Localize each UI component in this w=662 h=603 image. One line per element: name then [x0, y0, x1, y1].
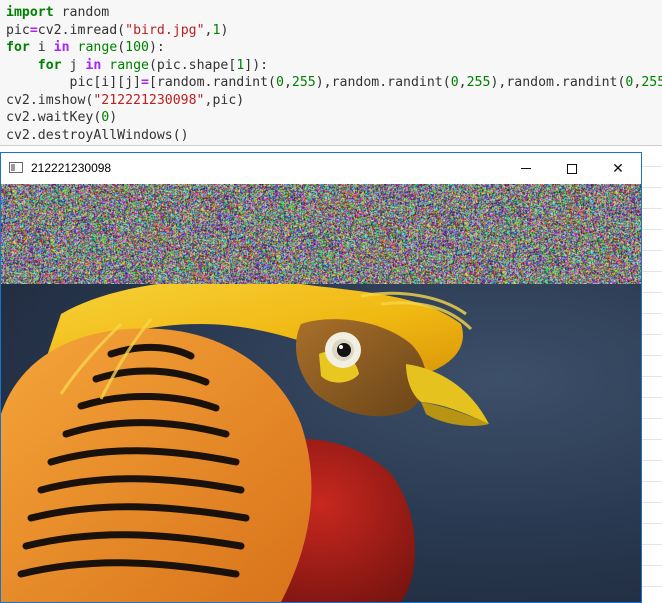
code-token: ),random.randint( — [315, 75, 451, 90]
code-token: j — [61, 57, 86, 73]
code-token: pic[i][j] — [6, 75, 141, 90]
code-token: = — [29, 22, 38, 38]
code-token: for — [6, 40, 30, 55]
code-token: , — [283, 75, 292, 90]
code-token: ]): — [244, 57, 269, 73]
code-token: range — [109, 57, 149, 73]
code-token: cv2.destroyAllWindows() — [6, 127, 189, 143]
code-token: ) — [220, 22, 229, 38]
code-line: pic[i][j]=[random.randint(0,255),random.… — [6, 74, 662, 92]
code-token: 255 — [466, 75, 491, 90]
maximize-button[interactable] — [549, 153, 595, 184]
code-token: (pic.shape[ — [148, 57, 237, 73]
code-token: 255 — [291, 75, 316, 90]
code-line: pic=cv2.imread("bird.jpg",1) — [6, 22, 662, 40]
code-token: i — [29, 40, 54, 55]
code-line: import random — [6, 4, 662, 22]
code-token: 0 — [450, 75, 459, 90]
code-cell[interactable]: import random pic=cv2.imread("bird.jpg",1… — [0, 0, 662, 146]
code-token: in — [85, 57, 102, 73]
code-token: ): — [148, 40, 165, 55]
minimize-button[interactable] — [503, 153, 549, 184]
code-token: ) — [109, 110, 118, 125]
code-token: random — [53, 5, 110, 20]
pheasant-illustration — [1, 284, 489, 602]
code-token: cv2.waitKey( — [6, 110, 102, 125]
code-token: pic — [6, 22, 30, 38]
notebook-background — [642, 146, 662, 603]
code-token: 255 — [641, 75, 662, 90]
opencv-window: 212221230098 ✕ — [0, 152, 642, 603]
code-token: import — [6, 5, 54, 20]
window-icon — [9, 162, 23, 173]
code-line: cv2.imshow("212221230098",pic) — [6, 92, 662, 110]
code-token: "212221230098" — [93, 92, 205, 108]
code-token: [random.randint( — [148, 75, 276, 90]
code-token: , — [458, 75, 467, 90]
code-token: 100 — [125, 40, 149, 55]
code-token: cv2.imread( — [37, 22, 126, 38]
code-line: for j in range(pic.shape[1]): — [6, 57, 662, 75]
maximize-icon — [567, 163, 577, 174]
code-token: range — [77, 40, 118, 55]
code-token: 0 — [275, 75, 284, 90]
window-title: 212221230098 — [31, 161, 112, 175]
minimize-icon — [521, 168, 531, 169]
window-titlebar[interactable]: 212221230098 ✕ — [1, 153, 641, 184]
code-token: cv2.imshow( — [6, 92, 94, 108]
code-token: ( — [117, 40, 126, 55]
close-button[interactable]: ✕ — [595, 153, 641, 184]
code-token: ,pic) — [204, 92, 245, 108]
code-token: "bird.jpg" — [125, 22, 205, 38]
random-noise-band — [1, 184, 641, 284]
code-line: cv2.waitKey(0) — [6, 109, 662, 127]
close-icon: ✕ — [612, 160, 624, 176]
code-token: ),random.randint( — [490, 75, 626, 90]
image-display — [1, 184, 641, 602]
code-token: = — [140, 75, 149, 90]
pheasant-photo — [1, 284, 641, 602]
code-token: for — [37, 57, 62, 73]
code-token: in — [53, 40, 70, 55]
code-line: cv2.destroyAllWindows() — [6, 127, 662, 145]
code-line: for i in range(100): — [6, 39, 662, 57]
code-editor[interactable]: import random pic=cv2.imread("bird.jpg",1… — [6, 4, 662, 144]
